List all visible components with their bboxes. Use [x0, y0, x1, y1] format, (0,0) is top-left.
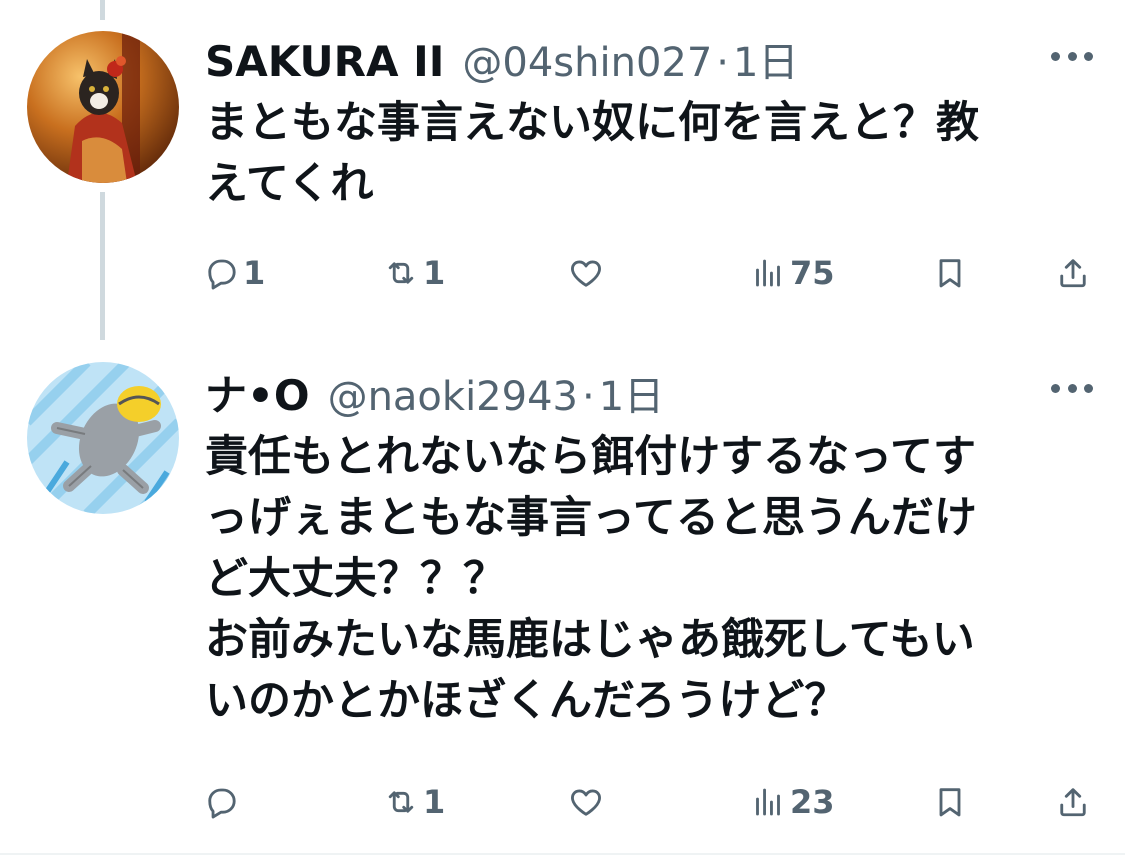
action-bar: 1 23: [0, 777, 1125, 827]
reply-button[interactable]: 1: [203, 248, 265, 298]
timestamp[interactable]: 1日: [599, 364, 664, 422]
like-button[interactable]: [568, 777, 608, 827]
separator: ·: [581, 374, 595, 420]
bookmark-button[interactable]: [932, 777, 968, 827]
share-button[interactable]: [1055, 777, 1091, 827]
bookmark-button[interactable]: [932, 248, 968, 298]
reply-count: 1: [243, 254, 266, 292]
retweet-button[interactable]: 1: [383, 777, 445, 827]
tweet-text: まともな事言えない奴に何を言えと？教 えてくれ: [205, 98, 979, 209]
views-button[interactable]: 23: [750, 777, 835, 827]
heart-icon: [568, 784, 604, 820]
share-icon: [1055, 255, 1091, 291]
display-name[interactable]: ナ•O: [205, 362, 310, 423]
retweet-icon: [383, 255, 419, 291]
avatar[interactable]: [27, 31, 179, 183]
retweet-count: 1: [423, 254, 446, 292]
view-count: 75: [790, 254, 835, 292]
retweet-count: 1: [423, 783, 446, 821]
reply-icon: [203, 784, 239, 820]
tweet[interactable]: ナ•O @naoki2943 · 1日 責任もとれないなら餌付けするなってす っ…: [0, 340, 1125, 855]
separator: ·: [716, 40, 730, 86]
user-handle[interactable]: @04shin027: [462, 40, 712, 86]
views-icon: [750, 784, 786, 820]
heart-icon: [568, 255, 604, 291]
tweet[interactable]: SAKURA II @04shin027 · 1日 まともな事言えない奴に何を言…: [0, 0, 1125, 340]
timestamp[interactable]: 1日: [733, 30, 798, 88]
retweet-button[interactable]: 1: [383, 248, 445, 298]
bookmark-icon: [932, 784, 968, 820]
action-bar: 1 1 75: [0, 248, 1125, 298]
more-icon[interactable]: [1051, 382, 1093, 394]
views-icon: [750, 255, 786, 291]
tweet-header: ナ•O @naoki2943 · 1日: [205, 362, 664, 423]
share-button[interactable]: [1055, 248, 1091, 298]
view-count: 23: [790, 783, 835, 821]
retweet-icon: [383, 784, 419, 820]
more-icon[interactable]: [1051, 50, 1093, 62]
tweet-header: SAKURA II @04shin027 · 1日: [205, 30, 798, 88]
reply-icon: [203, 255, 239, 291]
like-button[interactable]: [568, 248, 608, 298]
display-name[interactable]: SAKURA II: [205, 37, 444, 86]
views-button[interactable]: 75: [750, 248, 835, 298]
reply-button[interactable]: [203, 777, 243, 827]
bookmark-icon: [932, 255, 968, 291]
avatar[interactable]: [27, 362, 179, 514]
share-icon: [1055, 784, 1091, 820]
user-handle[interactable]: @naoki2943: [328, 374, 578, 420]
tweet-text: 責任もとれないなら餌付けするなってす っげぇまともな事言ってると思うんだけ ど大…: [205, 432, 977, 726]
